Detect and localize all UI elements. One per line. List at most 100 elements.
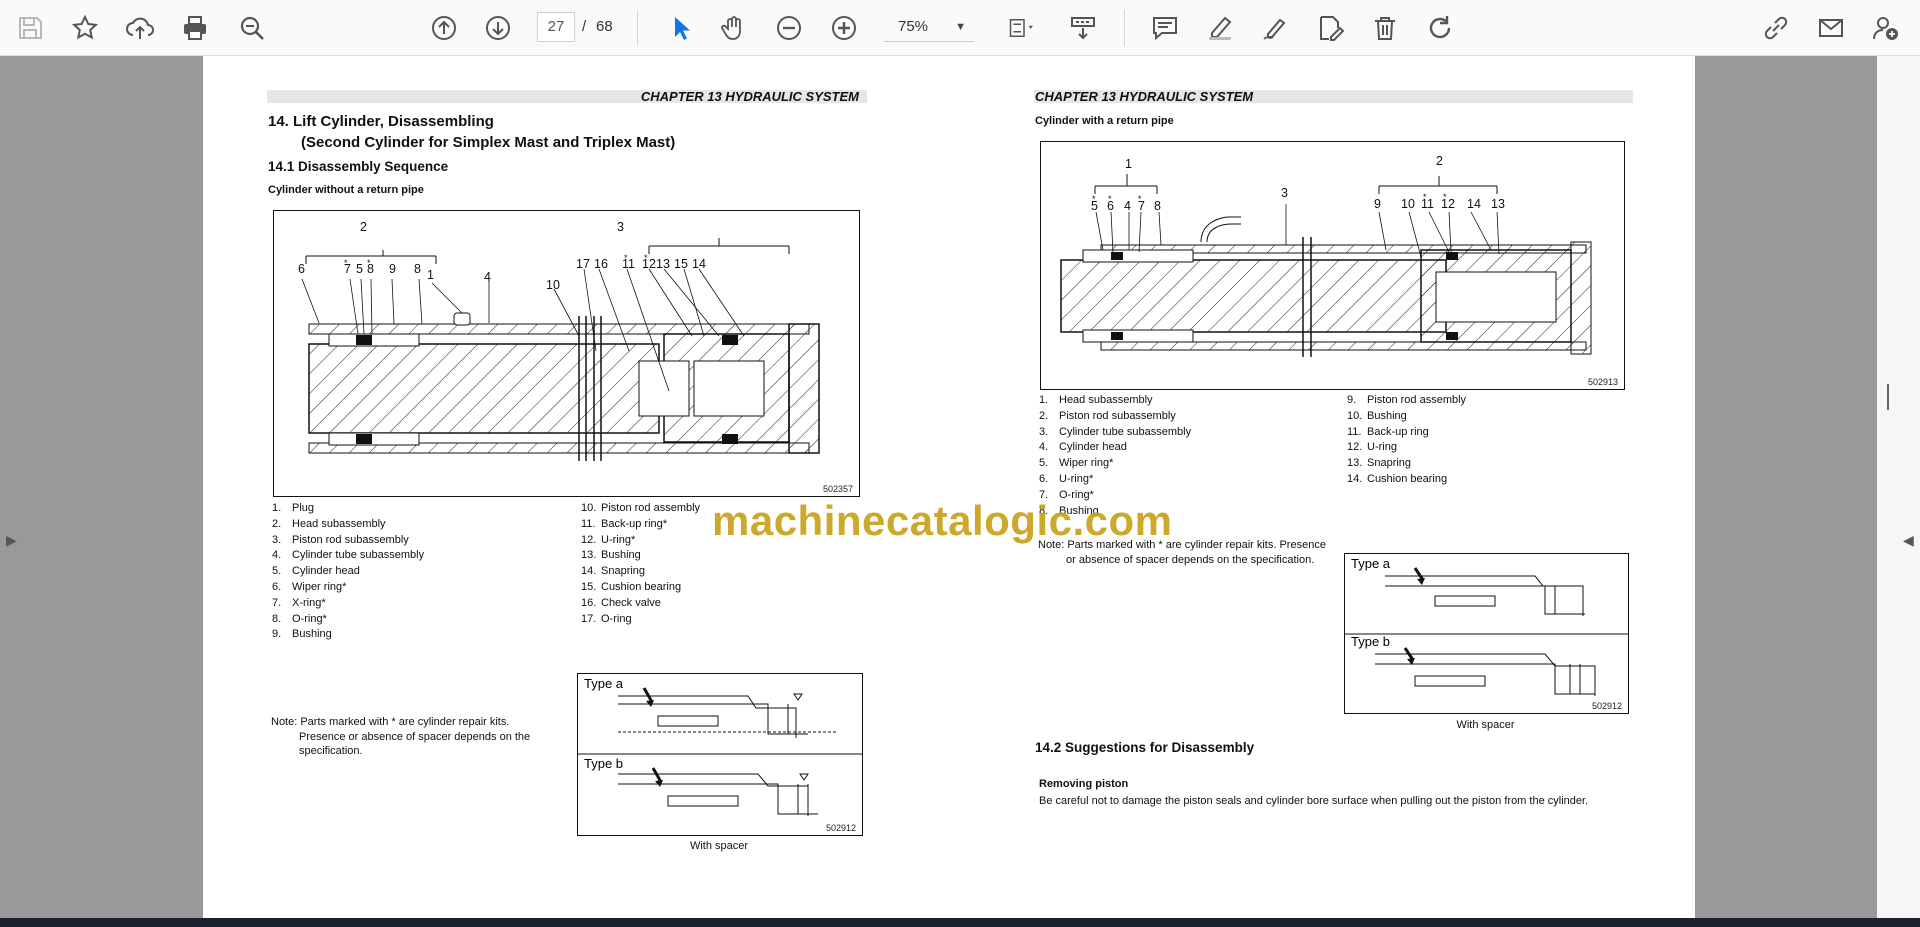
legend-number: 6. <box>1039 472 1049 485</box>
legend-number: 2. <box>1039 409 1049 422</box>
bottom-bar <box>0 918 1920 927</box>
legend-item: 14. Snapring <box>581 564 781 580</box>
zoom-select[interactable]: 75% ▼ <box>884 12 974 42</box>
legend-item: 1. Head subassembly <box>1039 393 1191 409</box>
page-down-icon[interactable] <box>478 8 518 48</box>
legend-text: Back-up ring <box>1367 425 1429 438</box>
legend-item: 13. Snapring <box>1347 456 1547 472</box>
rotate-icon[interactable] <box>1420 8 1460 48</box>
mail-icon[interactable] <box>1811 8 1851 48</box>
legend-text: Bushing <box>292 628 332 641</box>
hand-tool-icon[interactable] <box>714 8 754 48</box>
svg-text:1: 1 <box>427 268 434 282</box>
legend-item: 12. U-ring <box>1347 440 1547 456</box>
page-separator: / <box>582 18 587 35</box>
svg-text:*: * <box>624 253 628 263</box>
zoom-out-icon[interactable] <box>769 8 809 48</box>
legend-number: 10. <box>581 502 597 514</box>
legend-text: Cylinder tube subassembly <box>1059 425 1192 438</box>
legend-number: 5. <box>1039 457 1049 470</box>
cylinder-diagram-right: 1 2 3 5 6 4 7 8 9 10 11 12 14 13 * * * *… <box>1040 141 1625 390</box>
svg-text:*: * <box>1423 192 1427 202</box>
page-number-input[interactable]: 27 <box>537 12 575 42</box>
legend-number: 11. <box>1347 425 1362 438</box>
legend-item: 16. Check valve <box>581 596 781 612</box>
svg-text:16: 16 <box>594 257 608 271</box>
legend-number: 12. <box>1347 441 1363 454</box>
svg-text:17: 17 <box>576 257 590 271</box>
legend-text: Head subassembly <box>292 517 386 530</box>
inset-id: 502912 <box>825 823 856 833</box>
panel-collapse-icon[interactable]: ◀ <box>1903 532 1914 549</box>
legend-left-col: 1. Plug 2. Head subassembly 3. Piston rod sub… <box>272 501 424 643</box>
add-user-icon[interactable] <box>1866 8 1906 48</box>
svg-text:*: * <box>1138 194 1142 204</box>
legend-text: Cylinder head <box>1059 441 1127 454</box>
highlight-pen-icon[interactable] <box>1200 8 1240 48</box>
spacer-inset-right: Type a Type b 502912 <box>1344 553 1629 714</box>
zoom-search-icon[interactable] <box>232 8 272 48</box>
paragraph-heading: Removing piston <box>1039 778 1129 790</box>
upload-cloud-icon[interactable] <box>120 8 160 48</box>
legend-number: 3. <box>1039 425 1049 438</box>
legend-item: 1. Plug <box>272 501 424 517</box>
legend-number: 9. <box>272 628 282 641</box>
right-panel-rail <box>1877 56 1920 918</box>
legend-number: 6. <box>272 580 282 593</box>
note-line: Note: Parts marked with * are cylinder r… <box>271 716 510 728</box>
legend-item: 8. O-ring* <box>272 612 424 628</box>
legend-number: 15. <box>581 580 597 593</box>
sign-icon[interactable] <box>1255 8 1295 48</box>
figure-caption: Cylinder without a return pipe <box>268 184 424 196</box>
legend-number: 3. <box>272 533 282 546</box>
print-icon[interactable] <box>175 8 215 48</box>
cylinder-diagram-left: 2 3 6 7 5 8 9 8 1 4 10 17 16 11 12 13 15… <box>273 210 860 497</box>
svg-text:*: * <box>1108 194 1112 204</box>
svg-text:5: 5 <box>356 262 363 276</box>
inset-type-b-label: Type b <box>584 756 624 771</box>
legend-number: 14. <box>581 565 597 578</box>
delete-icon[interactable] <box>1365 8 1405 48</box>
edit-pdf-icon[interactable] <box>1310 8 1350 48</box>
select-cursor-icon[interactable] <box>660 8 700 48</box>
legend-item: 11. Back-up ring <box>1347 425 1547 441</box>
note-line: Presence or absence of spacer depends on… <box>299 730 531 743</box>
sidebar-collapsed <box>0 56 22 918</box>
comment-icon[interactable] <box>1145 8 1185 48</box>
svg-text:4: 4 <box>484 270 491 284</box>
note-text: Note: Parts marked with * are cylinder r… <box>271 715 530 759</box>
spacer-inset-left: Type a Type b 502912 <box>577 673 863 836</box>
save-icon[interactable] <box>10 8 50 48</box>
fit-page-icon[interactable] <box>996 8 1046 48</box>
legend-text: O-ring* <box>292 612 327 625</box>
svg-text:*: * <box>1092 194 1096 204</box>
legend-text: Plug <box>292 502 315 514</box>
legend-number: 9. <box>1347 394 1357 406</box>
section-title: 14. Lift Cylinder, Disassembling <box>268 113 494 130</box>
legend-text: Snapring <box>1367 457 1412 470</box>
section-title-line2: (Second Cylinder for Simplex Mast and Tr… <box>301 134 676 151</box>
document-viewer[interactable]: ▶ ◀ CHAPTER 13 HYDRAULIC SYSTEM 14. Lift… <box>0 56 1920 918</box>
share-link-icon[interactable] <box>1756 8 1796 48</box>
legend-number: 16. <box>581 596 597 609</box>
legend-item: 13. Bushing <box>581 548 781 564</box>
inset-caption: With spacer <box>689 840 749 852</box>
svg-text:*: * <box>644 253 648 263</box>
scrollbar-thumb[interactable] <box>1887 384 1889 410</box>
spacer-inset-svg <box>578 687 862 816</box>
subsection-title: 14.2 Suggestions for Disassembly <box>1035 740 1255 755</box>
page-up-icon[interactable] <box>424 8 464 48</box>
toolbar-divider <box>1124 10 1125 46</box>
legend-text: Cylinder tube subassembly <box>292 549 425 562</box>
page-gutter-left <box>22 56 203 918</box>
legend-number: 1. <box>1039 394 1049 406</box>
body-paragraph: Be careful not to damage the piston seal… <box>1039 795 1589 807</box>
scroll-mode-icon[interactable] <box>1063 8 1103 48</box>
star-icon[interactable] <box>65 8 105 48</box>
svg-text:*: * <box>344 258 348 268</box>
legend-text: Bushing <box>601 549 641 562</box>
panel-expand-icon[interactable]: ▶ <box>6 532 17 549</box>
legend-number: 1. <box>272 502 282 514</box>
zoom-in-icon[interactable] <box>824 8 864 48</box>
svg-text:10: 10 <box>546 278 560 292</box>
